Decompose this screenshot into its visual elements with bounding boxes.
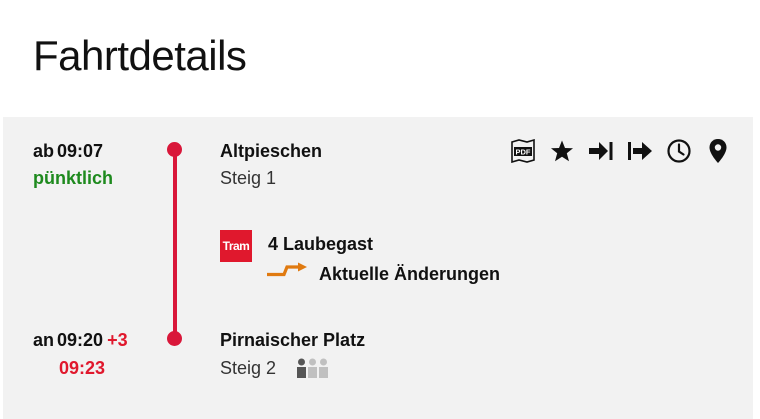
departure-prefix: ab xyxy=(33,141,55,161)
arrival-stop-dot xyxy=(167,331,182,346)
changes-icon xyxy=(266,262,308,283)
trip-details-page: Fahrtdetails ab 09:07 pünktlich Altpiesch… xyxy=(0,0,760,419)
arrow-to-bar-icon[interactable] xyxy=(587,137,615,165)
action-toolbar: PDF xyxy=(509,137,732,165)
star-icon[interactable] xyxy=(548,137,576,165)
line-name[interactable]: 4 Laubegast xyxy=(268,234,373,255)
departure-platform: Steig 1 xyxy=(220,168,277,188)
route-line xyxy=(173,147,177,337)
arrival-platform: Steig 2 xyxy=(220,358,277,378)
tram-badge: Tram xyxy=(220,230,252,262)
arrival-time-value: 09:20 xyxy=(57,330,104,350)
page-title: Fahrtdetails xyxy=(33,32,247,79)
svg-text:PDF: PDF xyxy=(516,148,531,157)
map-pin-icon[interactable] xyxy=(704,137,732,165)
occupancy-icon xyxy=(296,358,330,380)
clock-icon[interactable] xyxy=(665,137,693,165)
arrival-time: an 09:20 +3 xyxy=(33,330,128,351)
departure-stop-dot xyxy=(167,142,182,157)
trip-panel: ab 09:07 pünktlich Altpieschen Steig 1 PD… xyxy=(3,117,753,419)
departure-time-value: 09:07 xyxy=(57,141,104,161)
arrival-prefix: an xyxy=(33,330,55,350)
arrow-right-icon[interactable] xyxy=(626,137,654,165)
arrival-stop-name[interactable]: Pirnaischer Platz xyxy=(220,330,365,351)
departure-stop-name[interactable]: Altpieschen xyxy=(220,141,322,162)
pdf-icon[interactable]: PDF xyxy=(509,137,537,165)
departure-status: pünktlich xyxy=(33,168,113,188)
arrival-delay: +3 xyxy=(107,330,128,350)
changes-link[interactable]: Aktuelle Änderungen xyxy=(319,264,500,285)
departure-time: ab 09:07 xyxy=(33,141,103,162)
arrival-actual-time: 09:23 xyxy=(59,358,106,378)
